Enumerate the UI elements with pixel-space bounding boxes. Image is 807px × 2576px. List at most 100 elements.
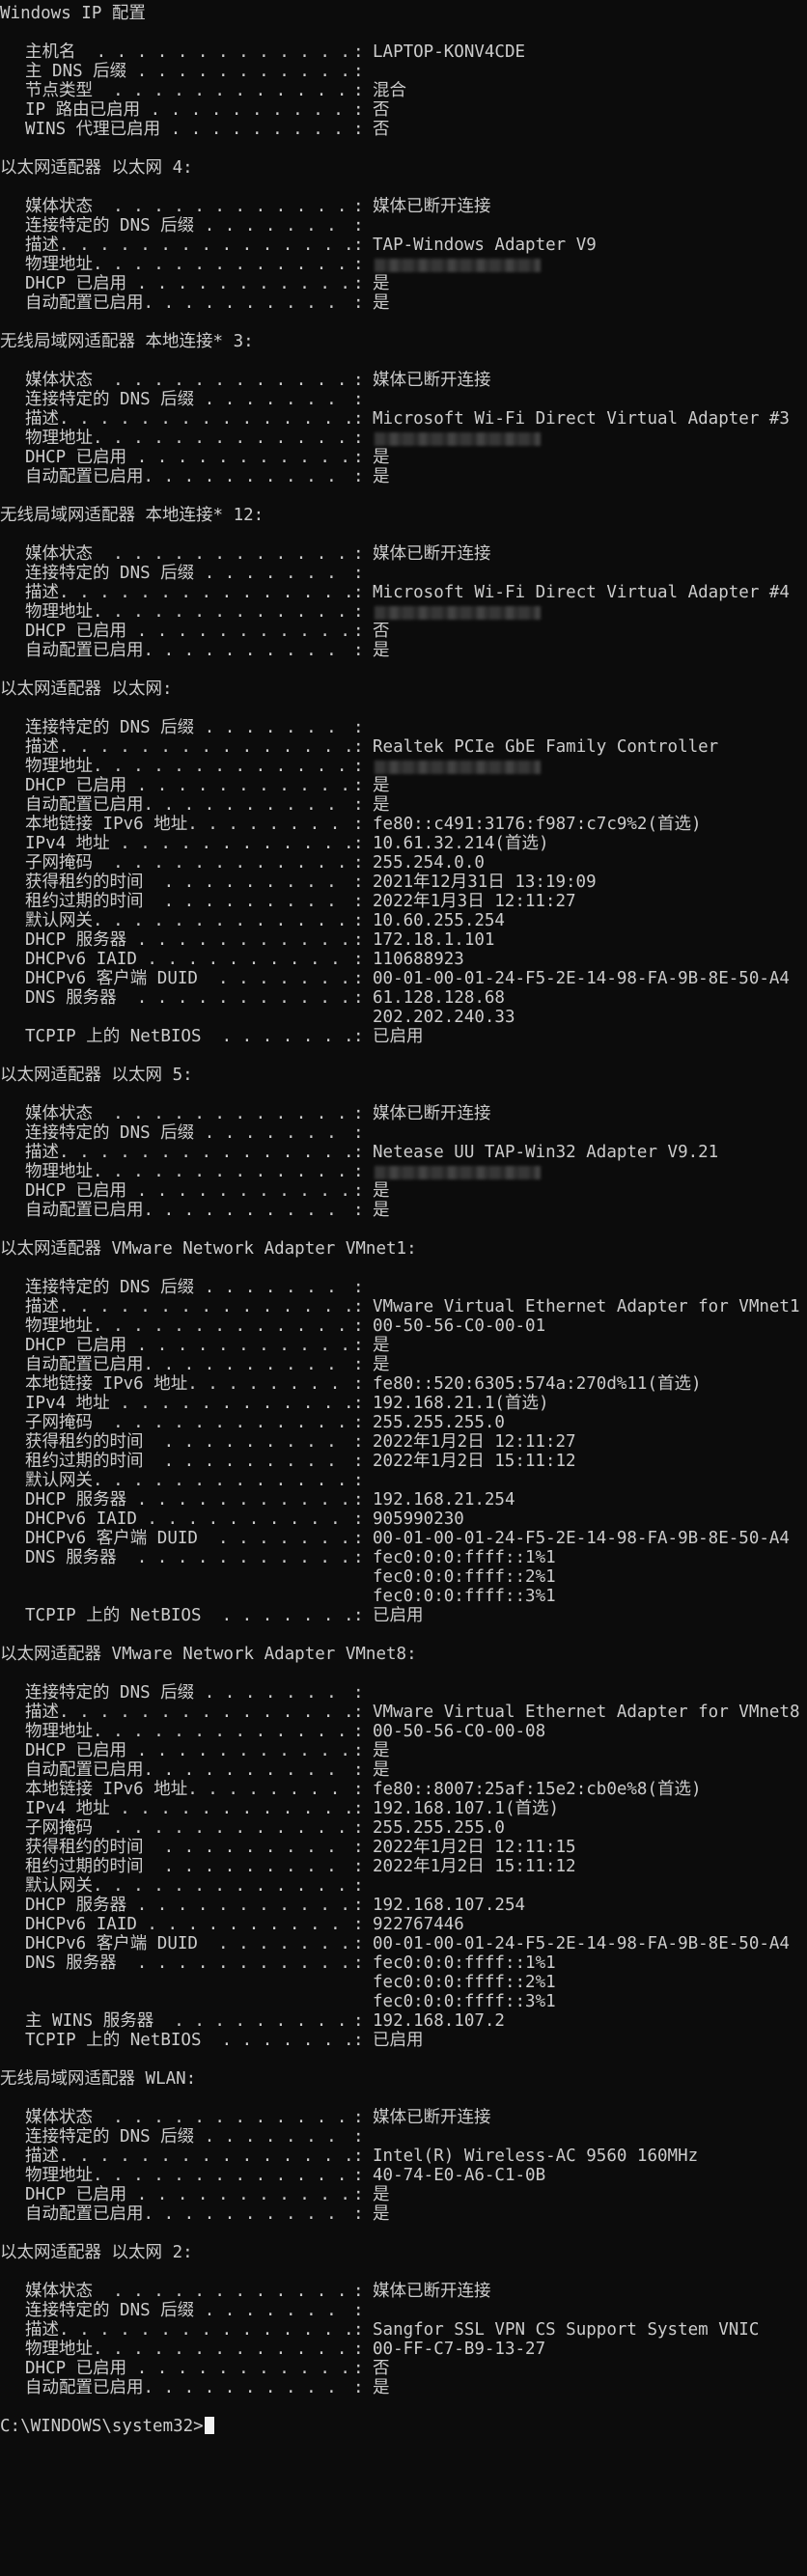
colon-separator: : (353, 2108, 364, 2127)
config-row: 描述. . . . . . . . . . . . . . .: Microsof… (0, 583, 807, 602)
config-label: 自动配置已启用. . . . . . . . . . (25, 1201, 337, 1220)
config-value: 是 (373, 274, 390, 293)
colon-separator: : (353, 776, 364, 795)
config-value: 2022年1月2日 12:11:27 (373, 1432, 576, 1452)
config-value: 媒体已断开连接 (373, 2108, 491, 2127)
config-row: DHCP 服务器 . . . . . . . . . . .:172.18.1.… (0, 930, 807, 950)
config-row: 媒体状态 . . . . . . . . . . . .: 媒体已断开连接 (0, 2282, 807, 2301)
config-value: 是 (373, 795, 390, 815)
config-label: 连接特定的 DNS 后缀 . . . . . . . (25, 390, 337, 409)
config-row: 物理地址. . . . . . . . . . . . .: (0, 757, 807, 776)
config-row: 主 DNS 后缀 . . . . . . . . . . .: (0, 62, 807, 81)
config-row: 自动配置已启用. . . . . . . . . .: 是 (0, 1760, 807, 1780)
config-value: TAP-Windows Adapter V9 (373, 235, 597, 255)
config-row: 自动配置已启用. . . . . . . . . .: 是 (0, 2204, 807, 2224)
colon-separator: : (353, 834, 364, 853)
config-row: 物理地址. . . . . . . . . . . . .:40-74-E0-A… (0, 2166, 807, 2185)
config-value: 是 (373, 1355, 390, 1374)
config-value: 922767446 (373, 1915, 464, 1934)
config-row: 租约过期的时间 . . . . . . . . .:2022年1月3日 12:1… (0, 892, 807, 911)
colon-separator: : (353, 235, 364, 255)
config-label: 获得租约的时间 . . . . . . . . . (25, 873, 337, 892)
config-row: DHCP 已启用 . . . . . . . . . . .: 是 (0, 1336, 807, 1355)
config-value: 是 (373, 2378, 390, 2397)
colon-separator: : (353, 950, 364, 969)
adapter-header: 以太网适配器 以太网: (0, 679, 173, 699)
config-label: DHCP 已启用 . . . . . . . . . . . (25, 274, 350, 293)
config-label: IPv4 地址 . . . . . . . . . . . . (25, 1799, 353, 1818)
config-label: 媒体状态 . . . . . . . . . . . . (25, 2108, 348, 2127)
config-label: 媒体状态 . . . . . . . . . . . . (25, 1104, 348, 1123)
console-output[interactable]: Windows IP 配置 主机名 . . . . . . . . . . . … (0, 4, 807, 2436)
config-label: DHCPv6 客户端 DUID . . . . . . . (25, 1934, 350, 1953)
colon-separator: : (353, 1471, 364, 1490)
config-label: 租约过期的时间 . . . . . . . . . (25, 1452, 337, 1471)
colon-separator: : (353, 583, 364, 602)
config-row: 本地链接 IPv6 地址. . . . . . . .: fe80::8007:2… (0, 1780, 807, 1799)
config-label: 描述. . . . . . . . . . . . . . . (25, 409, 353, 429)
config-row: 物理地址. . . . . . . . . . . . .:00-50-56-C… (0, 1316, 807, 1336)
config-value: 媒体已断开连接 (373, 2282, 491, 2301)
config-value: 192.168.107.2 (373, 2011, 505, 2031)
command-prompt[interactable]: C:\WINDOWS\system32> (0, 2417, 807, 2436)
config-label: 本地链接 IPv6 地址. . . . . . . . (25, 1374, 341, 1394)
config-row: DHCP 已启用 . . . . . . . . . . .: 是 (0, 776, 807, 795)
adapter-header: 以太网适配器 以太网 5: (0, 1066, 193, 1085)
config-row: 媒体状态 . . . . . . . . . . . .: 媒体已断开连接 (0, 197, 807, 216)
colon-separator: : (353, 1857, 364, 1876)
config-value: LAPTOP-KONV4CDE (373, 42, 526, 62)
config-row: IP 路由已启用 . . . . . . . . . .: 否 (0, 100, 807, 120)
config-value: 媒体已断开连接 (373, 371, 491, 390)
config-label: 连接特定的 DNS 后缀 . . . . . . . (25, 2301, 337, 2320)
config-row: 连接特定的 DNS 后缀 . . . . . . .: (0, 1683, 807, 1703)
config-label: 默认网关. . . . . . . . . . . . . (25, 911, 348, 930)
config-label: TCPIP 上的 NetBIOS . . . . . . . (25, 1027, 353, 1046)
colon-separator: : (353, 81, 364, 100)
config-value: 255.255.255.0 (373, 1818, 505, 1838)
colon-separator: : (353, 409, 364, 429)
config-label: 主 DNS 后缀 . . . . . . . . . . . (25, 62, 350, 81)
config-value: Netease UU TAP-Win32 Adapter V9.21 (373, 1143, 719, 1162)
config-row: 主 WINS 服务器 . . . . . . . . .:192.168.107… (0, 2011, 807, 2031)
config-label: 描述. . . . . . . . . . . . . . . (25, 1143, 353, 1162)
config-row: DHCP 已启用 . . . . . . . . . . .: 否 (0, 2359, 807, 2378)
config-row: DHCP 已启用 . . . . . . . . . . .: 是 (0, 274, 807, 293)
colon-separator: : (353, 1316, 364, 1336)
config-row: 自动配置已启用. . . . . . . . . .: 是 (0, 293, 807, 313)
config-row: 默认网关. . . . . . . . . . . . .:10.60.255.… (0, 911, 807, 930)
config-row: 物理地址. . . . . . . . . . . . .:00-FF-C7-B… (0, 2340, 807, 2359)
colon-separator: : (353, 911, 364, 930)
config-row: 连接特定的 DNS 后缀 . . . . . . .: (0, 390, 807, 409)
colon-separator: : (353, 1123, 364, 1143)
config-row: DNS 服务器 . . . . . . . . . . .: fec0:0:0:f… (0, 1548, 807, 1567)
config-row: 默认网关. . . . . . . . . . . . .: (0, 1876, 807, 1896)
colon-separator: : (353, 873, 364, 892)
config-value: 是 (373, 293, 390, 313)
adapter-header: 以太网适配器 以太网 2: (0, 2243, 193, 2262)
config-label: DHCPv6 IAID . . . . . . . . . . . (25, 950, 353, 969)
config-label: 描述. . . . . . . . . . . . . . . (25, 1703, 353, 1722)
config-row: 主机名 . . . . . . . . . . . . .: LAPTOP-KON… (0, 42, 807, 62)
config-label: 节点类型 . . . . . . . . . . . . (25, 81, 348, 100)
config-value: fec0:0:0:ffff::3%1 (373, 1587, 556, 1606)
config-label: 描述. . . . . . . . . . . . . . . (25, 1297, 353, 1316)
colon-separator: : (353, 467, 364, 486)
config-row: 描述. . . . . . . . . . . . . . .: Sangfor … (0, 2320, 807, 2340)
config-row: 本地链接 IPv6 地址. . . . . . . .: fe80::520:63… (0, 1374, 807, 1394)
colon-separator: : (353, 1934, 364, 1953)
config-label: 物理地址. . . . . . . . . . . . . (25, 602, 348, 622)
adapter-header: 以太网适配器 VMware Network Adapter VMnet1: (0, 1239, 417, 1259)
colon-separator: : (353, 1510, 364, 1529)
config-label: 子网掩码 . . . . . . . . . . . . (25, 853, 348, 873)
config-label: IPv4 地址 . . . . . . . . . . . . (25, 1394, 353, 1413)
config-label: DHCP 已启用 . . . . . . . . . . . (25, 1181, 350, 1201)
colon-separator: : (353, 1741, 364, 1760)
colon-separator: : (353, 371, 364, 390)
config-value: 905990230 (373, 1510, 464, 1529)
config-value: 192.168.21.1(首选) (373, 1394, 549, 1413)
colon-separator: : (353, 1876, 364, 1896)
